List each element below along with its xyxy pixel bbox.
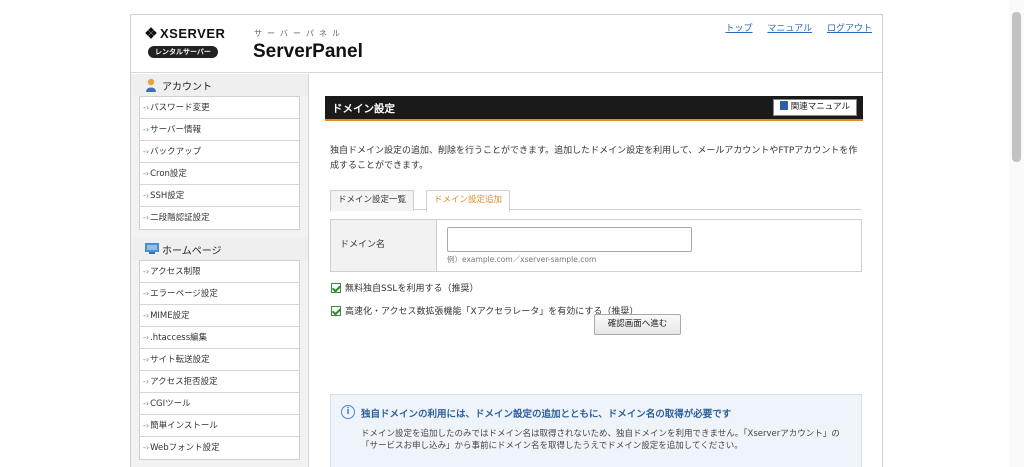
sidebar-item-mime[interactable]: -›MIME設定	[140, 305, 299, 327]
arrow-icon: -›	[143, 103, 150, 112]
sidebar-item-label: 簡単インストール	[150, 421, 218, 431]
arrow-icon: -›	[143, 289, 150, 298]
sidebar-item-label: アクセス制限	[150, 267, 201, 277]
sidebar-item-label: サイト転送設定	[150, 355, 210, 365]
book-icon	[779, 101, 788, 110]
sidebar-list-account: -›パスワード変更 -›サーバー情報 -›バックアップ -›Cron設定 -›S…	[139, 96, 300, 230]
arrow-icon: -›	[143, 399, 150, 408]
sidebar-item-web-font[interactable]: -›Webフォント設定	[140, 437, 299, 459]
sidebar-section-title: アカウント	[162, 81, 212, 93]
domain-name-hint: 例）example.com／xserver-sample.com	[447, 255, 597, 264]
related-manual-label: 関連マニュアル	[790, 102, 850, 112]
top-link[interactable]: トップ	[725, 24, 752, 34]
sidebar-item-backup[interactable]: -›バックアップ	[140, 141, 299, 163]
sidebar-section-title: ホームページ	[162, 245, 222, 257]
top-links: トップ マニュアル ログアウト	[713, 21, 872, 34]
arrow-icon: -›	[143, 191, 150, 200]
brand-name: XSERVER	[160, 26, 226, 41]
free-ssl-checkbox[interactable]	[331, 282, 341, 293]
notice-title: 独自ドメインの利用には、ドメイン設定の追加とともに、ドメイン名の取得が必要です	[361, 409, 732, 420]
domain-form: ドメイン名 例）example.com／xserver-sample.com	[330, 219, 862, 272]
sidebar-section-account: アカウント	[131, 74, 308, 96]
sidebar-item-label: エラーページ設定	[150, 289, 218, 299]
header: XSERVER レンタルサーバー サーバーパネル ServerPanel トップ…	[131, 15, 882, 73]
page-title-bar: ドメイン設定 関連マニュアル	[325, 96, 863, 121]
monitor-icon	[145, 242, 159, 256]
sidebar-item-label: バックアップ	[150, 147, 202, 157]
arrow-icon: -›	[143, 333, 150, 342]
scrollbar-thumb[interactable]	[1012, 12, 1021, 162]
arrow-icon: -›	[143, 311, 150, 320]
sidebar-item-label: MIME設定	[150, 311, 190, 321]
arrow-icon: -›	[143, 213, 150, 222]
sidebar-item-label: CGIツール	[150, 399, 191, 409]
xserver-logo[interactable]: XSERVER	[145, 26, 226, 41]
arrow-icon: -›	[143, 125, 150, 134]
sidebar-item-label: Webフォント設定	[150, 443, 220, 453]
sidebar-item-cgi-tools[interactable]: -›CGIツール	[140, 393, 299, 415]
notice-body: ドメイン設定を追加したのみではドメイン名は取得されないため、独自ドメインを利用で…	[361, 429, 840, 451]
free-ssl-label: 無料独自SSLを利用する（推奨）	[345, 284, 479, 294]
sidebar-item-site-redirect[interactable]: -›サイト転送設定	[140, 349, 299, 371]
arrow-icon: -›	[143, 267, 150, 276]
scrollbar[interactable]	[1009, 0, 1024, 467]
arrow-icon: -›	[143, 355, 150, 364]
logo-subtitle: サーバーパネル	[254, 29, 345, 38]
product-name: ServerPanel	[253, 41, 363, 62]
page-description: 独自ドメイン設定の追加、削除を行うことができます。追加したドメイン設定を利用して…	[330, 146, 858, 171]
arrow-icon: -›	[143, 421, 150, 430]
arrow-icon: -›	[143, 443, 150, 452]
sidebar-item-label: Cron設定	[150, 169, 187, 179]
rental-server-badge: レンタルサーバー	[148, 46, 218, 58]
sidebar-item-ssh[interactable]: -›SSH設定	[140, 185, 299, 207]
sidebar-item-cron[interactable]: -›Cron設定	[140, 163, 299, 185]
sidebar-item-2fa[interactable]: -›二段階認証設定	[140, 207, 299, 229]
panel-frame: XSERVER レンタルサーバー サーバーパネル ServerPanel トップ…	[130, 14, 883, 467]
sidebar-item-access-restriction[interactable]: -›アクセス制限	[140, 261, 299, 283]
sidebar-item-label: SSH設定	[150, 191, 185, 201]
sidebar-item-password[interactable]: -›パスワード変更	[140, 97, 299, 119]
sidebar: アカウント -›パスワード変更 -›サーバー情報 -›バックアップ -›Cron…	[131, 74, 309, 467]
sidebar-item-label: パスワード変更	[150, 103, 210, 113]
sidebar-item-access-deny[interactable]: -›アクセス拒否設定	[140, 371, 299, 393]
x-accelerator-option[interactable]: 高速化・アクセス数拡張機能「Xアクセラレータ」を有効にする（推奨）	[331, 304, 638, 317]
sidebar-item-htaccess[interactable]: -›.htaccess編集	[140, 327, 299, 349]
notice-box: i 独自ドメインの利用には、ドメイン設定の追加とともに、ドメイン名の取得が必要で…	[330, 394, 862, 467]
person-icon	[145, 78, 157, 92]
sidebar-list-homepage: -›アクセス制限 -›エラーページ設定 -›MIME設定 -›.htaccess…	[139, 260, 300, 460]
page-title: ドメイン設定	[332, 103, 395, 115]
sidebar-section-homepage: ホームページ	[131, 238, 308, 260]
sidebar-item-error-page[interactable]: -›エラーページ設定	[140, 283, 299, 305]
confirm-button[interactable]: 確認画面へ進む	[594, 314, 681, 335]
arrow-icon: -›	[143, 147, 150, 156]
main-content: ドメイン設定 関連マニュアル 独自ドメイン設定の追加、削除を行うことができます。…	[309, 74, 882, 467]
sidebar-item-label: .htaccess編集	[150, 333, 208, 343]
sidebar-item-label: サーバー情報	[150, 125, 202, 135]
tab-domain-add[interactable]: ドメイン設定追加	[426, 190, 511, 212]
sidebar-item-easy-install[interactable]: -›簡単インストール	[140, 415, 299, 437]
sidebar-item-label: アクセス拒否設定	[150, 377, 218, 387]
sidebar-item-server-info[interactable]: -›サーバー情報	[140, 119, 299, 141]
info-icon: i	[341, 405, 355, 419]
manual-link[interactable]: マニュアル	[767, 24, 812, 34]
x-accelerator-checkbox[interactable]	[331, 305, 341, 316]
arrow-icon: -›	[143, 169, 150, 178]
domain-name-input[interactable]	[447, 227, 692, 252]
tab-bar: ドメイン設定一覧 ドメイン設定追加	[330, 188, 861, 212]
free-ssl-option[interactable]: 無料独自SSLを利用する（推奨）	[331, 281, 478, 294]
tab-domain-list[interactable]: ドメイン設定一覧	[330, 190, 415, 211]
logout-link[interactable]: ログアウト	[827, 24, 872, 34]
domain-name-label: ドメイン名	[331, 220, 437, 271]
related-manual-button[interactable]: 関連マニュアル	[772, 99, 857, 116]
sidebar-item-label: 二段階認証設定	[150, 213, 210, 223]
arrow-icon: -›	[143, 377, 150, 386]
logo-diamond-icon	[145, 27, 157, 39]
